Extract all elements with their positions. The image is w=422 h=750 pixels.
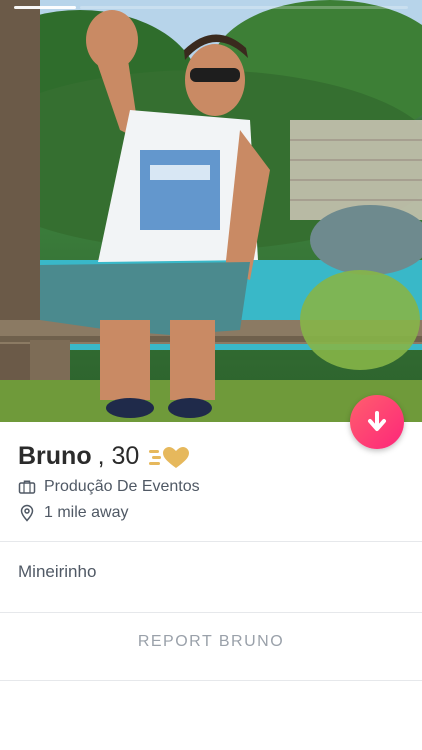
job-title: Produção De Eventos xyxy=(44,478,200,495)
collapse-profile-button[interactable] xyxy=(350,395,404,449)
briefcase-icon xyxy=(18,478,36,496)
divider xyxy=(0,612,422,613)
profile-name: Bruno xyxy=(18,442,92,470)
distance-row: 1 mile away xyxy=(18,504,128,522)
gold-heart-icon xyxy=(149,446,190,468)
photo-indicator-track xyxy=(80,6,408,9)
arrow-down-icon xyxy=(368,411,386,431)
photo-indicator-active xyxy=(14,6,76,9)
divider xyxy=(0,680,422,681)
profile-age: , 30 xyxy=(97,442,140,470)
divider xyxy=(0,541,422,542)
distance-text: 1 mile away xyxy=(44,504,129,521)
photo-scene xyxy=(0,0,422,422)
profile-bio: Mineirinho xyxy=(18,562,97,581)
location-pin-icon xyxy=(18,504,36,522)
report-button[interactable]: REPORT BRUNO xyxy=(0,633,422,651)
job-row: Produção De Eventos xyxy=(18,478,200,496)
name-row: Bruno , 30 xyxy=(18,442,190,471)
profile-photo[interactable] xyxy=(0,0,422,422)
